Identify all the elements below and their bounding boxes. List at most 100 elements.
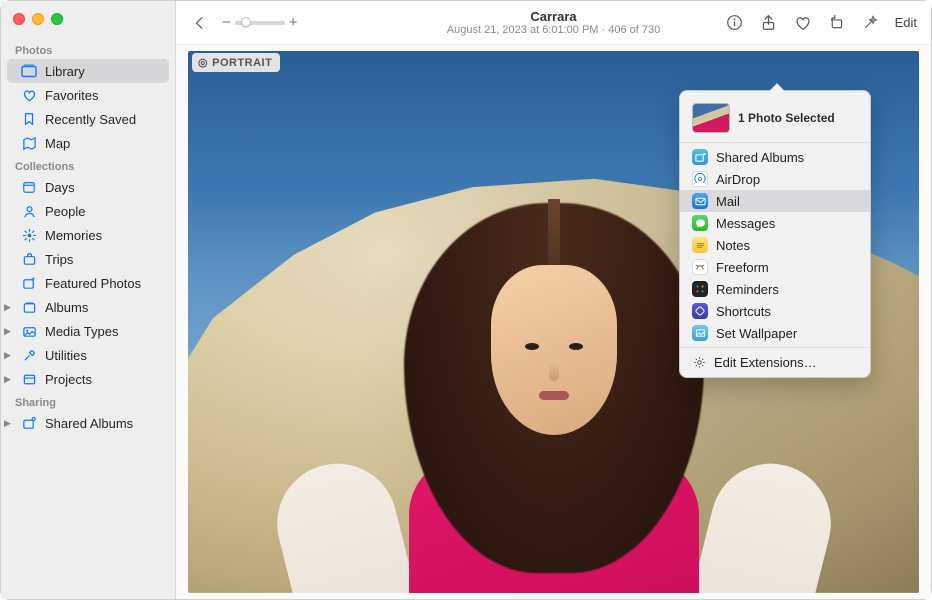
menu-item-freeform[interactable]: Freeform: [680, 256, 870, 278]
chevron-right-icon: ▶: [4, 350, 11, 361]
sidebar-item-label: Featured Photos: [45, 276, 141, 291]
sidebar-item-recently-saved[interactable]: Recently Saved: [7, 107, 169, 131]
menu-item-label: Notes: [716, 238, 750, 253]
airdrop-icon: [692, 171, 708, 187]
reminders-icon: [692, 281, 708, 297]
toolbar: − + Carrara August 21, 2023 at 6:01:00 P…: [176, 1, 931, 45]
chevron-right-icon: ▶: [4, 374, 11, 385]
menu-item-label: Edit Extensions…: [714, 355, 817, 370]
portrait-badge-label: PORTRAIT: [212, 57, 272, 69]
menu-item-label: Shortcuts: [716, 304, 771, 319]
sidebar-item-label: Favorites: [45, 88, 98, 103]
sidebar-item-trips[interactable]: Trips: [7, 247, 169, 271]
menu-item-shared-albums[interactable]: Shared Albums: [680, 146, 870, 168]
menu-item-edit-extensions[interactable]: Edit Extensions…: [680, 351, 870, 373]
sparkle-photo-icon: [21, 275, 37, 291]
zoom-track[interactable]: [235, 21, 285, 25]
chevron-right-icon: ▶: [4, 326, 11, 337]
sidebar-item-label: Memories: [45, 228, 102, 243]
sidebar-item-library[interactable]: Library: [7, 59, 169, 83]
menu-item-label: Freeform: [716, 260, 769, 275]
portrait-badge: ◎ PORTRAIT: [192, 53, 280, 72]
utilities-icon: [21, 347, 37, 363]
menu-item-notes[interactable]: Notes: [680, 234, 870, 256]
app-window: Photos Library Favorites Recently Saved …: [1, 1, 931, 599]
sidebar-item-utilities[interactable]: ▶ Utilities: [7, 343, 169, 367]
sidebar-item-favorites[interactable]: Favorites: [7, 83, 169, 107]
menu-item-label: Reminders: [716, 282, 779, 297]
sidebar-item-memories[interactable]: Memories: [7, 223, 169, 247]
photo-title: Carrara: [447, 9, 660, 24]
freeform-icon: [692, 259, 708, 275]
sidebar-item-featured-photos[interactable]: Featured Photos: [7, 271, 169, 295]
main-panel: − + Carrara August 21, 2023 at 6:01:00 P…: [176, 1, 931, 599]
heart-icon: [21, 87, 37, 103]
memories-icon: [21, 227, 37, 243]
auto-enhance-button[interactable]: [857, 10, 885, 36]
media-types-icon: [21, 323, 37, 339]
projects-icon: [21, 371, 37, 387]
chevron-right-icon: ▶: [4, 302, 11, 313]
sidebar-item-media-types[interactable]: ▶ Media Types: [7, 319, 169, 343]
info-button[interactable]: [721, 10, 749, 36]
section-photos-title: Photos: [1, 39, 175, 59]
shortcuts-icon: [692, 303, 708, 319]
fullscreen-window-button[interactable]: [51, 13, 63, 25]
chevron-right-icon: ▶: [4, 418, 11, 429]
sidebar-item-days[interactable]: Days: [7, 175, 169, 199]
menu-item-messages[interactable]: Messages: [680, 212, 870, 234]
share-button[interactable]: [755, 10, 783, 36]
window-controls: [1, 9, 175, 39]
back-button[interactable]: [186, 10, 214, 36]
menu-item-reminders[interactable]: Reminders: [680, 278, 870, 300]
menu-item-set-wallpaper[interactable]: Set Wallpaper: [680, 322, 870, 344]
menu-item-label: AirDrop: [716, 172, 760, 187]
menu-item-label: Messages: [716, 216, 775, 231]
gear-icon: [692, 355, 706, 369]
sidebar-item-shared-albums[interactable]: ▶ Shared Albums: [7, 411, 169, 435]
sidebar: Photos Library Favorites Recently Saved …: [1, 1, 176, 599]
menu-item-airdrop[interactable]: AirDrop: [680, 168, 870, 190]
zoom-minus-label: −: [222, 14, 231, 31]
menu-separator: [680, 347, 870, 348]
albums-icon: [21, 299, 37, 315]
people-icon: [21, 203, 37, 219]
messages-icon: [692, 215, 708, 231]
menu-separator: [680, 142, 870, 143]
section-collections-title: Collections: [1, 155, 175, 175]
mail-icon: [692, 193, 708, 209]
menu-item-label: Mail: [716, 194, 740, 209]
sidebar-item-label: Map: [45, 136, 70, 151]
photo-viewer[interactable]: ◎ PORTRAIT 1 Photo Selected Shared Album…: [176, 45, 931, 599]
sidebar-item-label: Shared Albums: [45, 416, 133, 431]
shared-albums-icon: [21, 415, 37, 431]
edit-button[interactable]: Edit: [891, 11, 921, 34]
sidebar-item-map[interactable]: Map: [7, 131, 169, 155]
zoom-knob[interactable]: [241, 17, 251, 27]
sidebar-item-projects[interactable]: ▶ Projects: [7, 367, 169, 391]
sidebar-item-label: Trips: [45, 252, 73, 267]
zoom-plus-label: +: [289, 14, 298, 31]
menu-item-shortcuts[interactable]: Shortcuts: [680, 300, 870, 322]
portrait-badge-icon: ◎: [198, 56, 208, 69]
map-icon: [21, 135, 37, 151]
sidebar-item-label: Projects: [45, 372, 92, 387]
sidebar-item-albums[interactable]: ▶ Albums: [7, 295, 169, 319]
sidebar-item-label: Library: [45, 64, 85, 79]
favorite-button[interactable]: [789, 10, 817, 36]
minimize-window-button[interactable]: [32, 13, 44, 25]
sidebar-item-label: Recently Saved: [45, 112, 136, 127]
toolbar-title-block: Carrara August 21, 2023 at 6:01:00 PM · …: [447, 9, 660, 36]
zoom-slider[interactable]: − +: [222, 14, 298, 31]
sidebar-item-people[interactable]: People: [7, 199, 169, 223]
sidebar-item-label: Days: [45, 180, 75, 195]
menu-item-mail[interactable]: Mail: [680, 190, 870, 212]
sidebar-item-label: People: [45, 204, 85, 219]
suitcase-icon: [21, 251, 37, 267]
share-thumbnail: [692, 103, 730, 133]
rotate-button[interactable]: [823, 10, 851, 36]
sidebar-item-label: Media Types: [45, 324, 118, 339]
close-window-button[interactable]: [13, 13, 25, 25]
notes-icon: [692, 237, 708, 253]
bookmark-icon: [21, 111, 37, 127]
